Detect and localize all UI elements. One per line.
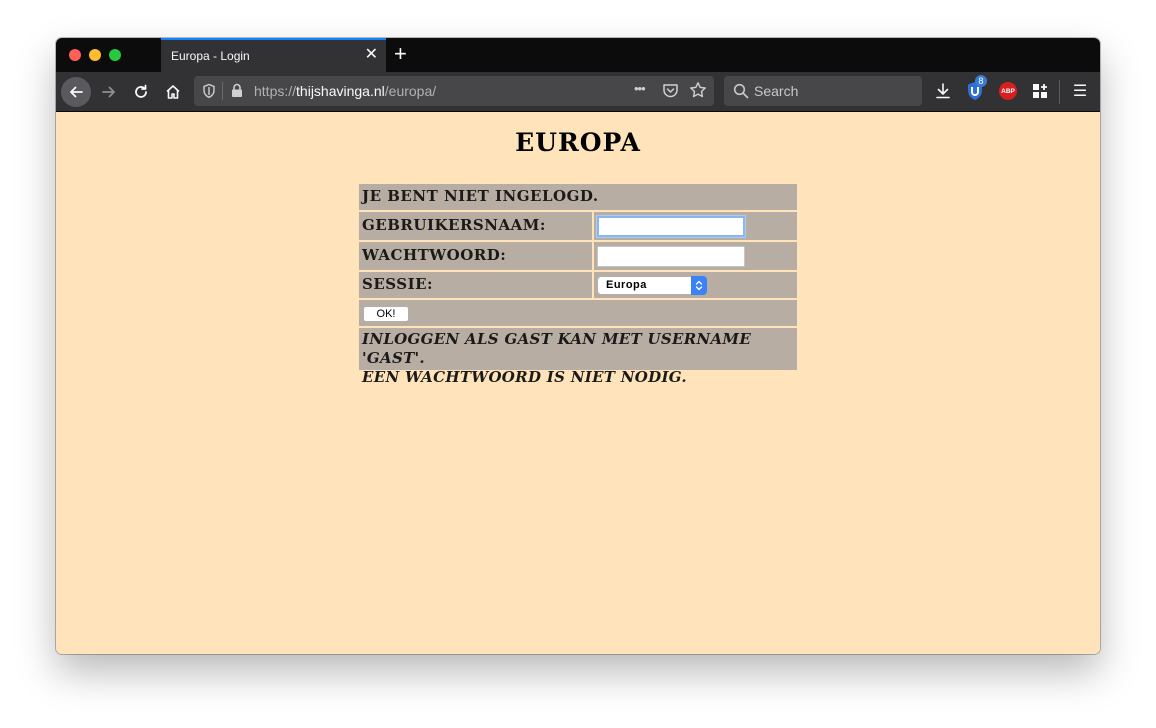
status-row: JE BENT NIET INGELOGD. (359, 184, 797, 210)
lock-icon[interactable] (231, 83, 243, 98)
extension-badge: 8 (975, 75, 987, 87)
session-select[interactable]: Europa (597, 276, 707, 295)
home-button[interactable] (158, 77, 188, 107)
toolbar-divider (1059, 80, 1060, 104)
session-label: SESSIE: (362, 275, 434, 293)
page-content: EUROPA JE BENT NIET INGELOGD. GEBRUIKERS… (56, 112, 1100, 654)
session-selected-value: Europa (606, 279, 647, 291)
extensions-grid-button[interactable] (1029, 80, 1051, 102)
url-text[interactable]: https://thijshavinga.nl/europa/ (254, 83, 436, 99)
username-input[interactable] (597, 216, 745, 237)
ublock-extension-button[interactable]: 8 (964, 75, 987, 102)
submit-cell: OK! (359, 300, 797, 326)
address-bar-separator (222, 82, 223, 100)
page-actions-icon[interactable]: ••• (634, 81, 646, 96)
window-close-button[interactable] (69, 49, 81, 61)
password-label: WACHTWOORD: (362, 246, 507, 264)
username-value-cell (594, 212, 797, 240)
tracking-shield-icon[interactable] (202, 83, 216, 99)
guest-note-line2: EEN WACHTWOORD IS NIET NODIG. (362, 368, 687, 386)
title-bar: Europa - Login ✕ + (56, 38, 1100, 72)
hamburger-menu-icon: ☰ (1072, 83, 1088, 100)
select-chevron-icon (691, 276, 707, 295)
status-cell: JE BENT NIET INGELOGD. (359, 184, 797, 210)
ok-button[interactable]: OK! (363, 306, 409, 322)
browser-window: Europa - Login ✕ + https://thijshavinga.… (56, 38, 1100, 654)
url-domain: thijshavinga.nl (296, 83, 385, 99)
username-label-cell: GEBRUIKERSNAAM: (359, 212, 592, 240)
session-row: SESSIE: Europa (359, 272, 797, 298)
reload-button[interactable] (126, 77, 156, 107)
page-title: EUROPA (515, 128, 641, 157)
adblock-plus-button[interactable]: ABP (997, 80, 1019, 102)
search-icon (733, 83, 749, 99)
session-label-cell: SESSIE: (359, 272, 592, 298)
reload-icon (135, 84, 147, 98)
search-bar[interactable]: Search (724, 76, 922, 106)
bookmark-star-icon[interactable] (689, 81, 707, 99)
home-icon (166, 85, 180, 99)
tab-close-icon[interactable]: ✕ (365, 46, 378, 64)
extensions-grid-icon (1033, 84, 1047, 98)
new-tab-icon[interactable]: + (394, 42, 407, 66)
password-input[interactable] (597, 246, 745, 267)
password-label-cell: WACHTWOORD: (359, 242, 592, 270)
note-row: INLOGGEN ALS GAST KAN MET USERNAME 'GAST… (359, 328, 797, 386)
password-row: WACHTWOORD: (359, 242, 797, 270)
forward-arrow-icon (102, 86, 115, 98)
tab-title: Europa - Login (171, 49, 250, 63)
username-row: GEBRUIKERSNAAM: (359, 212, 797, 240)
download-icon (936, 83, 950, 99)
window-minimize-button[interactable] (89, 49, 101, 61)
menu-button[interactable]: ☰ (1069, 80, 1091, 102)
adblock-plus-icon: ABP (999, 82, 1017, 100)
pocket-icon[interactable] (662, 82, 679, 99)
session-value-cell: Europa (594, 272, 797, 298)
back-arrow-icon (70, 86, 83, 98)
forward-button[interactable] (94, 77, 124, 107)
login-status-text: JE BENT NIET INGELOGD. (362, 187, 599, 205)
address-bar[interactable]: https://thijshavinga.nl/europa/ ••• (194, 76, 714, 106)
tab-europa-login[interactable]: Europa - Login ✕ (161, 38, 386, 72)
downloads-button[interactable] (932, 80, 954, 102)
back-button[interactable] (61, 77, 91, 107)
url-path: /europa/ (384, 83, 437, 99)
navigation-toolbar: https://thijshavinga.nl/europa/ ••• Sear… (56, 72, 1100, 112)
guest-login-note: INLOGGEN ALS GAST KAN MET USERNAME 'GAST… (362, 330, 797, 387)
guest-note-line1: INLOGGEN ALS GAST KAN MET USERNAME 'GAST… (362, 330, 752, 367)
search-placeholder: Search (754, 83, 799, 99)
url-prefix: https:// (254, 83, 297, 99)
submit-row: OK! (359, 300, 797, 326)
username-label: GEBRUIKERSNAAM: (362, 216, 546, 234)
window-maximize-button[interactable] (109, 49, 121, 61)
note-cell: INLOGGEN ALS GAST KAN MET USERNAME 'GAST… (359, 328, 797, 386)
password-value-cell (594, 242, 797, 270)
